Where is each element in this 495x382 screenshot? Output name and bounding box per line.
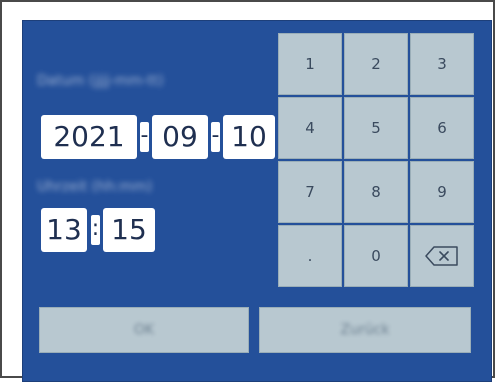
back-button-label: Zurück xyxy=(340,322,390,338)
minute-field[interactable]: 15 xyxy=(103,208,155,252)
year-field[interactable]: 2021 xyxy=(41,115,137,159)
key-7[interactable]: 7 xyxy=(278,161,342,223)
date-time-panel: Datum (jjjj-mm-tt) 2021 - 09 - 10 Uhrzei… xyxy=(22,20,492,382)
key-dot[interactable]: . xyxy=(278,225,342,287)
date-separator: - xyxy=(211,122,220,152)
key-6[interactable]: 6 xyxy=(410,97,474,159)
key-3[interactable]: 3 xyxy=(410,33,474,95)
hour-field[interactable]: 13 xyxy=(41,208,87,252)
day-field[interactable]: 10 xyxy=(223,115,275,159)
backspace-key[interactable] xyxy=(410,225,474,287)
date-separator: - xyxy=(140,122,149,152)
ok-button[interactable]: OK xyxy=(39,307,249,353)
device-frame: Datum (jjjj-mm-tt) 2021 - 09 - 10 Uhrzei… xyxy=(0,0,495,382)
time-label: Uhrzeit (hh:mm) xyxy=(37,179,153,195)
key-4[interactable]: 4 xyxy=(278,97,342,159)
back-button[interactable]: Zurück xyxy=(259,307,471,353)
key-8[interactable]: 8 xyxy=(344,161,408,223)
time-separator: : xyxy=(91,215,100,245)
month-field[interactable]: 09 xyxy=(152,115,208,159)
key-1[interactable]: 1 xyxy=(278,33,342,95)
key-0[interactable]: 0 xyxy=(344,225,408,287)
key-9[interactable]: 9 xyxy=(410,161,474,223)
key-5[interactable]: 5 xyxy=(344,97,408,159)
ok-button-label: OK xyxy=(133,322,155,338)
key-2[interactable]: 2 xyxy=(344,33,408,95)
backspace-icon xyxy=(425,246,458,266)
numeric-keypad: 1 2 3 4 5 6 7 8 9 . 0 xyxy=(278,33,474,287)
date-label: Datum (jjjj-mm-tt) xyxy=(37,73,164,89)
